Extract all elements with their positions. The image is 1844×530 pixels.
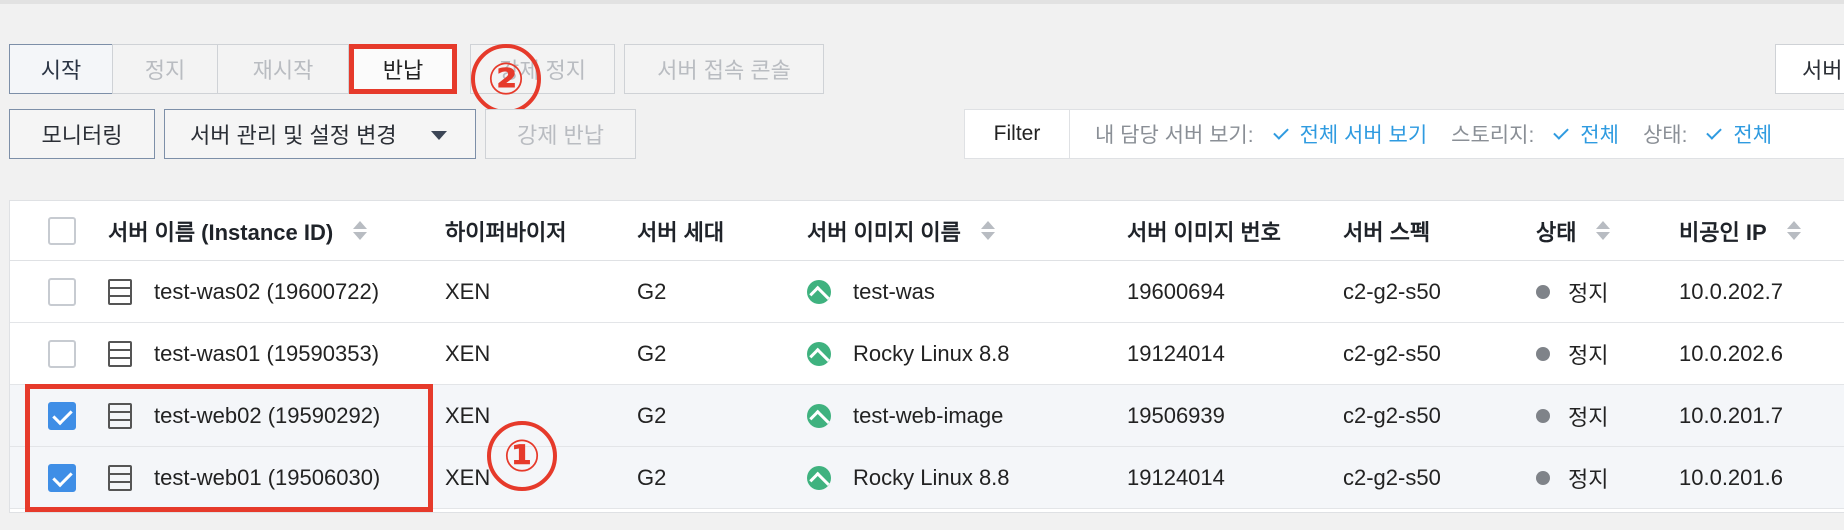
image-icon <box>807 341 831 366</box>
image-icon <box>807 403 831 428</box>
filter-my-servers-label: 내 담당 서버 보기: <box>1095 124 1254 147</box>
status-text: 정지 <box>1568 404 1609 430</box>
header-image-name[interactable]: 서버 이미지 이름 <box>807 215 961 247</box>
check-icon <box>1272 124 1289 140</box>
sort-icon[interactable] <box>980 221 995 240</box>
check-icon <box>1706 124 1723 140</box>
table-row[interactable]: test-was02 (19600722) XEN G2 test-was 19… <box>10 261 1844 323</box>
server-icon <box>108 340 132 367</box>
server-icon <box>108 278 132 305</box>
table-row[interactable]: test-was01 (19590353) XEN G2 Rocky Linux… <box>10 323 1844 385</box>
force-return-button[interactable]: 강제 반납 <box>485 109 636 159</box>
monitoring-button[interactable]: 모니터링 <box>9 109 155 159</box>
header-image-no: 서버 이미지 번호 <box>1127 219 1281 245</box>
status-text: 정지 <box>1568 466 1609 492</box>
image-no: 19600694 <box>1127 278 1225 304</box>
image-name: test-web-image <box>853 402 1004 428</box>
server-manage-dropdown[interactable]: 서버 관리 및 설정 변경 <box>164 109 476 159</box>
start-button[interactable]: 시작 <box>9 44 113 94</box>
sort-icon[interactable] <box>1596 221 1611 240</box>
server-console-button[interactable]: 서버 접속 콘솔 <box>624 44 824 94</box>
server-spec: c2-g2-s50 <box>1343 464 1441 490</box>
step-marker-2: ② <box>471 44 541 114</box>
status-dot-icon <box>1536 408 1550 423</box>
private-ip: 10.0.201.7 <box>1679 402 1783 428</box>
sort-icon[interactable] <box>353 221 368 240</box>
table-header: 서버 이름 (Instance ID) 하이퍼바이저 서버 세대 서버 이미지 … <box>10 201 1844 261</box>
filter-status-label: 상태: <box>1642 124 1688 147</box>
restart-button[interactable]: 재시작 <box>217 44 349 94</box>
status-dot-icon <box>1536 346 1550 361</box>
image-icon <box>807 279 831 304</box>
server-manage-label: 서버 관리 및 설정 변경 <box>190 123 397 148</box>
filter-storage-value[interactable]: 전체 <box>1580 119 1619 149</box>
hypervisor: XEN <box>445 278 491 304</box>
server-name[interactable]: test-was02 (19600722) <box>154 279 379 305</box>
server-spec: c2-g2-s50 <box>1343 340 1441 366</box>
selection-highlight-box <box>25 384 433 512</box>
header-name[interactable]: 서버 이름 (Instance ID) <box>108 215 333 247</box>
private-ip: 10.0.201.6 <box>1679 464 1783 490</box>
header-hypervisor: 하이퍼바이저 <box>445 219 567 245</box>
server-name[interactable]: test-was01 (19590353) <box>154 341 379 367</box>
private-ip: 10.0.202.7 <box>1679 278 1783 304</box>
status-text: 정지 <box>1568 280 1609 306</box>
server-spec: c2-g2-s50 <box>1343 278 1441 304</box>
generation: G2 <box>637 278 667 304</box>
header-private-ip[interactable]: 비공인 IP <box>1679 215 1767 247</box>
top-divider <box>0 0 1844 4</box>
stop-button[interactable]: 정지 <box>112 44 218 94</box>
hypervisor: XEN <box>445 402 491 428</box>
row-checkbox[interactable] <box>48 339 76 368</box>
image-no: 19506939 <box>1127 402 1225 428</box>
filter-button[interactable]: Filter <box>965 110 1070 158</box>
generation: G2 <box>637 402 667 428</box>
sort-icon[interactable] <box>1786 221 1801 240</box>
server-spec: c2-g2-s50 <box>1343 402 1441 428</box>
image-name: Rocky Linux 8.8 <box>853 464 1010 490</box>
status-dot-icon <box>1536 470 1550 485</box>
header-generation: 서버 세대 <box>637 219 725 245</box>
header-status[interactable]: 상태 <box>1536 215 1576 247</box>
image-icon <box>807 465 831 490</box>
image-no: 19124014 <box>1127 340 1225 366</box>
select-all-checkbox[interactable] <box>48 216 76 245</box>
filter-bar: Filter 내 담당 서버 보기: 전체 서버 보기 스토리지: 전체 상태:… <box>964 109 1844 159</box>
return-button[interactable]: 반납 <box>349 44 457 94</box>
hypervisor: XEN <box>445 464 491 490</box>
generation: G2 <box>637 464 667 490</box>
step-marker-1: ① <box>487 421 557 491</box>
row-checkbox[interactable] <box>48 277 76 306</box>
filter-status-value[interactable]: 전체 <box>1733 119 1772 149</box>
header-spec: 서버 스펙 <box>1343 219 1431 245</box>
private-ip: 10.0.202.6 <box>1679 340 1783 366</box>
status-dot-icon <box>1536 284 1550 299</box>
chevron-down-icon <box>431 131 447 140</box>
server-create-button[interactable]: 서버 <box>1775 44 1844 94</box>
image-no: 19124014 <box>1127 464 1225 490</box>
generation: G2 <box>637 340 667 366</box>
filter-storage-label: 스토리지: <box>1451 124 1535 147</box>
check-icon <box>1553 124 1570 140</box>
filter-my-servers-value[interactable]: 전체 서버 보기 <box>1300 119 1428 149</box>
hypervisor: XEN <box>445 340 491 366</box>
status-text: 정지 <box>1568 342 1609 368</box>
image-name: Rocky Linux 8.8 <box>853 340 1010 366</box>
image-name: test-was <box>853 278 935 304</box>
